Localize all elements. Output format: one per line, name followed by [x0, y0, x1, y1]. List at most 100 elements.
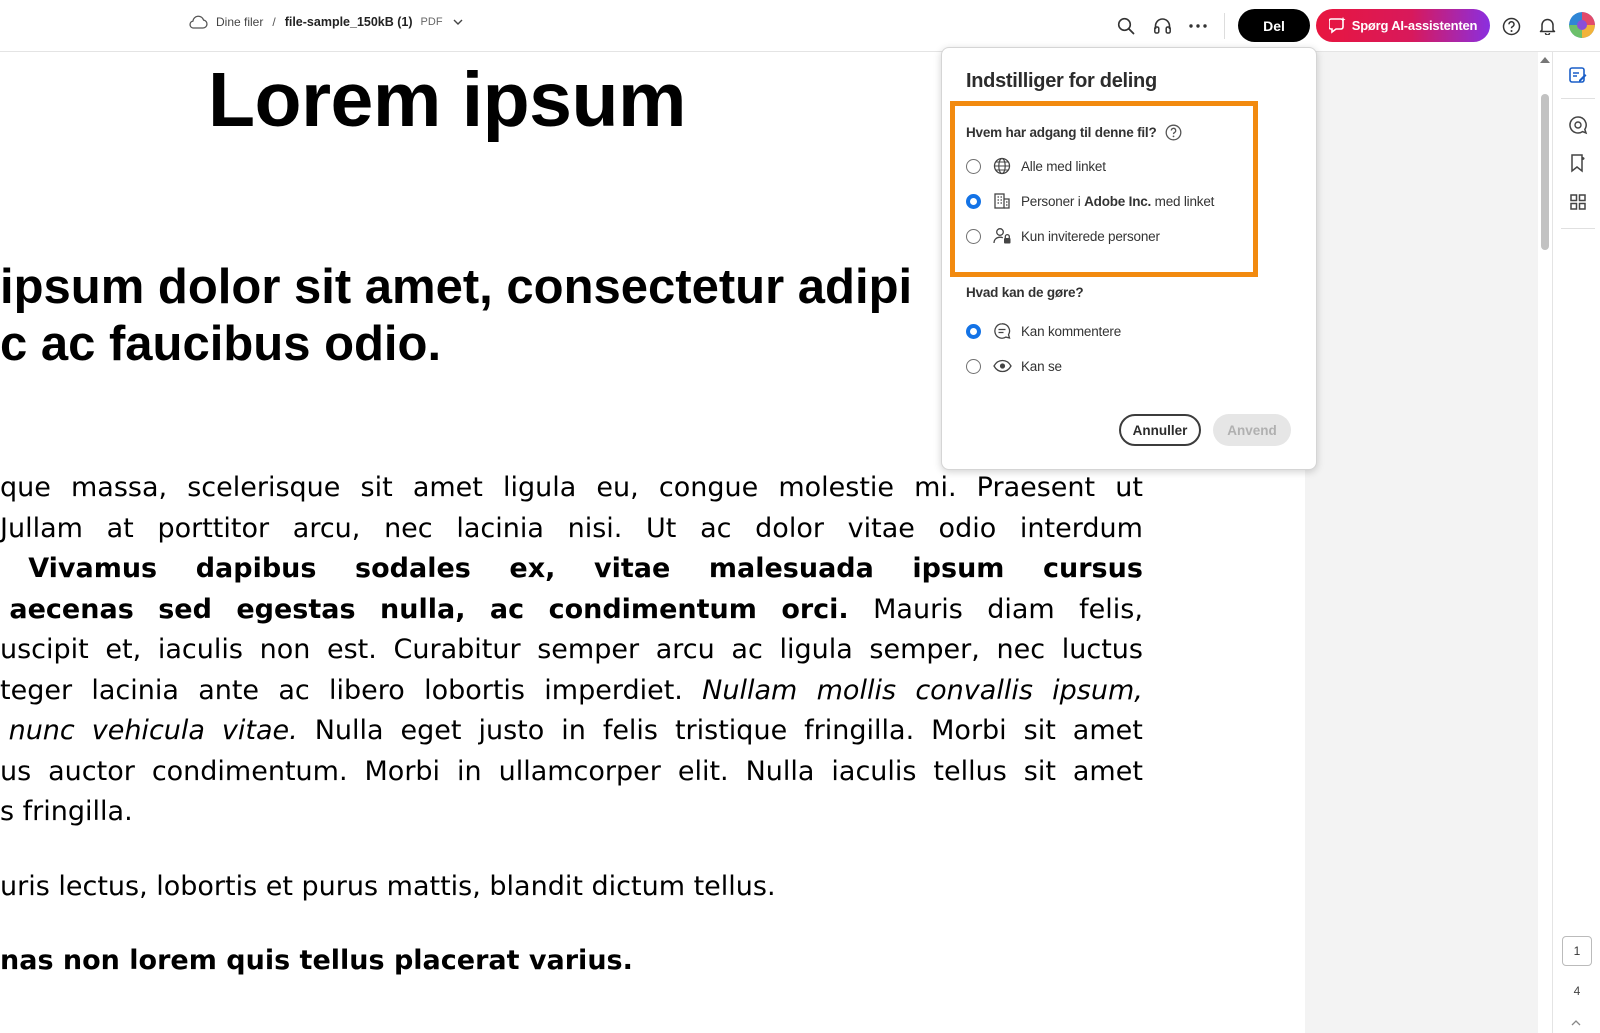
access-option-label-prefix: Personer i — [1021, 193, 1085, 209]
ai-assistant-label: Spørg AI-assistenten — [1351, 18, 1478, 33]
document-word: orci. — [781, 594, 849, 625]
access-option-anyone[interactable]: Alle med linket — [966, 155, 1106, 177]
document-word: Mauris — [873, 594, 963, 625]
total-pages: 4 — [1573, 984, 1581, 998]
edit-tools-icon[interactable] — [1567, 64, 1589, 86]
document-word: arcu — [655, 634, 715, 665]
more-icon[interactable] — [1186, 14, 1210, 38]
radio-view[interactable] — [966, 358, 981, 374]
document-paragraph-line: Jullam at porttitor arcu, nec lacinia nisi. Ut a… — [0, 513, 1143, 544]
document-word: imperdiet. — [544, 675, 683, 706]
document-word: sit — [360, 472, 393, 503]
document-word: in — [457, 756, 482, 787]
permission-option-label: Kan kommentere — [1021, 323, 1121, 339]
grid-icon[interactable] — [1567, 191, 1589, 213]
document-heading-line-1: ipsum dolor sit amet, consectetur adipi — [0, 260, 913, 314]
document-word: nisi. — [567, 513, 623, 544]
comment-icon — [991, 321, 1013, 341]
document-word: condimentum — [548, 594, 757, 625]
chevron-down-icon[interactable] — [453, 18, 463, 26]
file-name[interactable]: file-sample_150kB (1) — [285, 15, 413, 29]
eye-icon — [991, 356, 1013, 376]
document-word: malesuada — [708, 553, 874, 584]
vertical-scrollbar[interactable] — [1538, 52, 1552, 1033]
document-word: scelerisque — [187, 472, 341, 503]
radio-org[interactable] — [966, 193, 981, 209]
document-word: nulla, — [380, 594, 466, 625]
document-word: Ut — [646, 513, 677, 544]
share-button[interactable]: Del — [1238, 9, 1310, 42]
chevron-up-icon[interactable] — [1571, 1020, 1581, 1026]
document-word: condimentum. — [151, 756, 348, 787]
permission-option-label: Kan se — [1021, 358, 1062, 374]
document-word: ut — [1115, 472, 1143, 503]
document-word: eget — [400, 715, 462, 746]
ai-assistant-button[interactable]: Spørg AI-assistenten — [1316, 9, 1490, 42]
document-word: ipsum — [912, 553, 1005, 584]
document-word: Jullam — [0, 513, 83, 544]
document-word: in — [561, 715, 586, 746]
ai-comment-icon[interactable] — [1567, 114, 1589, 136]
document-word: sit — [1023, 715, 1056, 746]
access-option-org[interactable]: Personer i Adobe Inc. med linket — [966, 190, 1214, 212]
document-bold-line: nas non lorem quis tellus placerat variu… — [0, 945, 633, 976]
right-rail: 1 4 — [1552, 52, 1600, 1033]
document-word: nec — [384, 513, 433, 544]
permission-option-comment[interactable]: Kan kommentere — [966, 320, 1121, 342]
document-paragraph-line: s fringilla. — [0, 796, 1143, 827]
document-paragraph-line: Vivamus dapibus sodales ex, vitae malesuada ip… — [0, 553, 1143, 584]
document-word: Morbi — [364, 756, 441, 787]
document-word: justo — [478, 715, 545, 746]
breadcrumb: Dine filer / file-sample_150kB (1) PDF — [188, 15, 463, 29]
document-word: mollis — [816, 675, 897, 706]
document-word: tristique — [674, 715, 788, 746]
document-word: luctus — [1061, 634, 1143, 665]
access-question: Hvem har adgang til denne fil? — [966, 124, 1182, 141]
document-word: ligula — [502, 472, 577, 503]
document-word: Vivamus — [0, 553, 158, 584]
document-word: elit. — [677, 756, 729, 787]
document-word: ligula — [779, 634, 853, 665]
search-icon[interactable] — [1114, 14, 1138, 38]
document-word: dapibus — [195, 553, 317, 584]
document-paragraph-line: nunc vehicula vitae. Nulla eget justo in felis t… — [0, 715, 1143, 746]
document-word: nunc — [0, 715, 75, 746]
document-word: ante — [198, 675, 260, 706]
dialog-title: Indstilliger for deling — [966, 70, 1157, 92]
document-word: tellus — [933, 756, 1007, 787]
headphones-icon[interactable] — [1150, 14, 1174, 38]
radio-comment[interactable] — [966, 323, 981, 339]
document-word: vitae. — [221, 715, 298, 746]
permission-option-view[interactable]: Kan se — [966, 355, 1062, 377]
document-word: Praesent — [976, 472, 1096, 503]
cancel-button[interactable]: Annuller — [1119, 414, 1201, 446]
document-word: que — [0, 472, 51, 503]
help-icon[interactable] — [1499, 14, 1523, 38]
document-word: iaculis — [157, 634, 243, 665]
bell-icon[interactable] — [1535, 14, 1559, 38]
document-word: semper — [537, 634, 640, 665]
share-settings-dialog: Indstilliger for deling Hvem har adgang … — [941, 47, 1317, 470]
document-word: arcu, — [292, 513, 361, 544]
document-word: mi. — [914, 472, 957, 503]
access-option-invited[interactable]: Kun inviterede personer — [966, 225, 1160, 247]
bookmark-icon[interactable] — [1567, 152, 1589, 174]
radio-anyone[interactable] — [966, 158, 981, 174]
document-word: molestie — [778, 472, 895, 503]
scroll-up-arrow[interactable] — [1540, 57, 1550, 63]
apply-button[interactable]: Anvend — [1213, 414, 1291, 446]
document-word: fringilla. — [22, 796, 133, 827]
avatar[interactable] — [1569, 12, 1595, 38]
radio-invited[interactable] — [966, 228, 981, 244]
document-word: iaculis — [831, 756, 917, 787]
ai-chat-icon — [1328, 17, 1346, 34]
toolbar-divider — [1224, 13, 1225, 39]
document-word: nec — [996, 634, 1046, 665]
permission-question-label: Hvad kan de gøre? — [966, 285, 1084, 300]
scrollbar-thumb[interactable] — [1541, 94, 1549, 250]
current-page-input[interactable]: 1 — [1562, 936, 1592, 966]
document-word: sodales — [355, 553, 471, 584]
file-type: PDF — [420, 16, 443, 28]
breadcrumb-root[interactable]: Dine filer — [216, 15, 263, 29]
help-icon[interactable] — [1165, 124, 1182, 141]
